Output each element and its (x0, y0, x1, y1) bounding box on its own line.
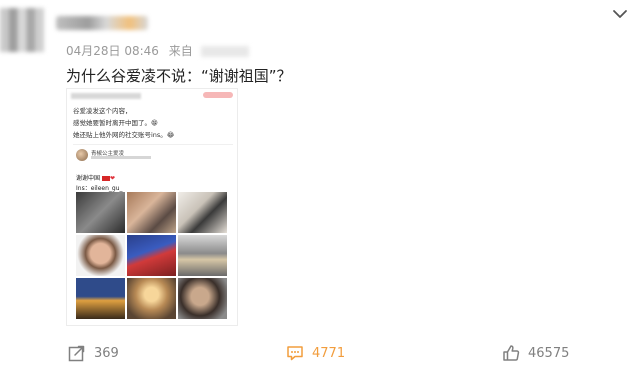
username[interactable] (56, 16, 148, 30)
post-source-label: 来自 (168, 44, 193, 58)
photo-thumb (127, 235, 176, 276)
avatar[interactable] (0, 8, 44, 52)
embedded-quoted-text: 谢谢中国 ❤ (76, 173, 115, 182)
embedded-header (71, 93, 141, 99)
comment-icon (287, 346, 303, 361)
share-icon (68, 345, 85, 362)
china-flag-icon (101, 176, 110, 181)
embedded-quoted-text-label: 谢谢中国 (76, 175, 101, 182)
heart-icon: ❤ (109, 175, 115, 182)
embedded-ins-handle: Ins：eileen_gu_ (76, 185, 123, 192)
embedded-follow-button (203, 92, 233, 98)
thumbs-up-icon (503, 345, 520, 361)
embedded-photo-grid (76, 192, 227, 320)
post-text: 为什么谷爱凌不说：“谢谢祖国”？ (66, 67, 292, 85)
post-timestamp: 04月28日 08:46 (66, 44, 159, 58)
photo-thumb (76, 192, 125, 233)
photo-thumb (178, 278, 227, 319)
embedded-line-2: 感觉她要暂时离开中国了。😁 (73, 119, 158, 127)
post-source[interactable] (200, 46, 249, 57)
photo-thumb (127, 278, 176, 319)
embedded-line-3: 她还贴上他外网的社交账号ins。😂 (73, 131, 175, 139)
like-button[interactable]: 46575 (502, 342, 569, 364)
embedded-avatar (76, 149, 88, 161)
forward-button[interactable]: 369 (68, 342, 119, 364)
photo-thumb (127, 192, 176, 233)
post-meta: 04月28日 08:46 来自 (66, 42, 249, 59)
photo-thumb (76, 278, 125, 319)
like-count: 46575 (528, 345, 570, 361)
comment-count: 4771 (312, 345, 346, 361)
embedded-screenshot[interactable]: 谷爱凌发这个内容， 感觉她要暂时离开中国了。😁 她还贴上他外网的社交账号ins。… (66, 88, 238, 326)
comment-button[interactable]: 4771 (286, 342, 345, 364)
photo-thumb (76, 235, 125, 276)
forward-count: 369 (94, 345, 119, 361)
embedded-quoted-post: 青椒公主爱凌 谢谢中国 ❤ Ins：eileen_gu_ (73, 144, 233, 321)
embedded-meta (91, 156, 151, 159)
photo-thumb (178, 192, 227, 233)
embedded-line-1: 谷爱凌发这个内容， (73, 107, 132, 115)
photo-thumb (178, 235, 227, 276)
chevron-down-icon[interactable] (610, 4, 630, 24)
